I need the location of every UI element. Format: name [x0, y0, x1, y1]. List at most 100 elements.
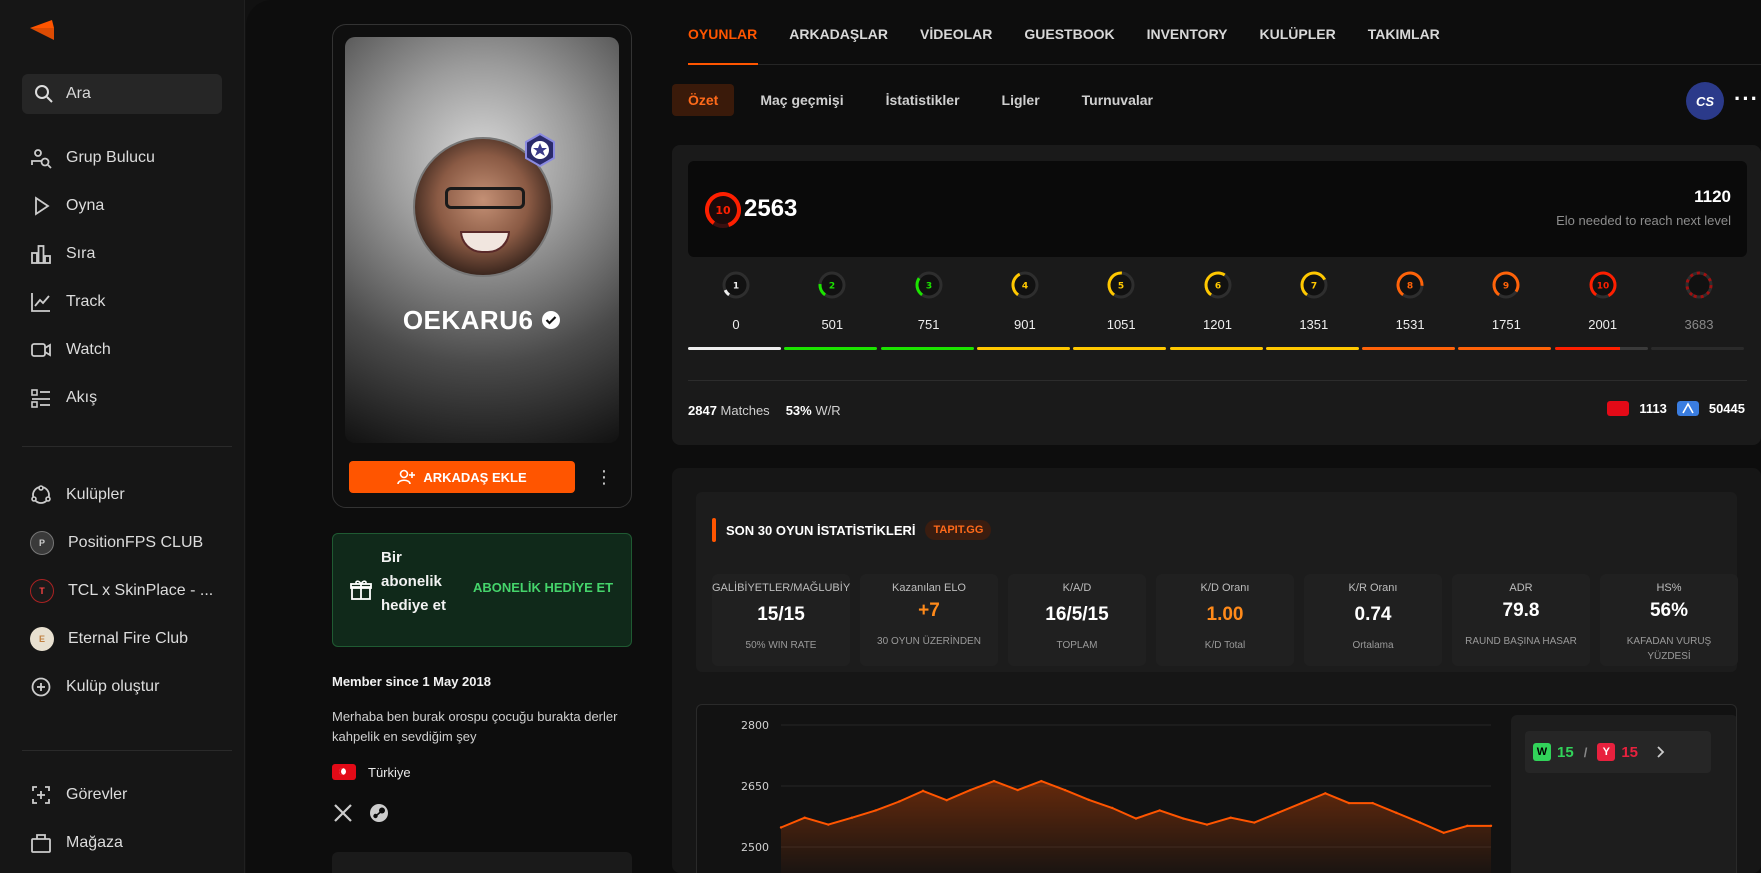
elo-point — [850, 816, 854, 819]
nav-label: Kulüpler — [66, 486, 125, 503]
winrate-stat: 53% W/R — [786, 403, 841, 418]
elo-point — [827, 823, 830, 826]
skill-level-label: 3 — [925, 282, 931, 292]
add-user-icon — [397, 469, 416, 485]
skill-level-threshold: 1351 — [1299, 317, 1329, 332]
nav-label: Watch — [66, 341, 111, 358]
subtab-leagues[interactable]: Ligler — [986, 84, 1056, 116]
skill-level-10-icon: 10 — [1589, 271, 1617, 299]
verified-icon — [542, 311, 561, 329]
username: OEKARU6 — [345, 305, 619, 336]
win-badge: W — [1533, 743, 1551, 761]
tab-teams[interactable]: TAKIMLAR — [1368, 26, 1440, 42]
ranking-badges: 1113 50445 — [1607, 401, 1745, 416]
stat-sub: KAFADAN VURUŞ YÜZDESİ — [1626, 636, 1712, 662]
stat-cell: Kazanılan ELO +7 30 OYUN ÜZERİNDEN — [860, 574, 998, 666]
skill-level-item: 4 901 — [976, 263, 1073, 363]
member-since: Member since 1 May 2018 — [332, 674, 491, 689]
gift-text: Bir abonelik hediye et — [381, 549, 447, 614]
nav-watch[interactable]: Watch — [22, 329, 232, 371]
nav-shop[interactable]: Mağaza — [22, 822, 232, 864]
nav-play[interactable]: Oyna — [22, 185, 232, 227]
elo-point — [898, 800, 901, 803]
elo-point — [1087, 798, 1090, 802]
add-friend-button[interactable]: ARKADAŞ EKLE — [349, 461, 575, 493]
search-box[interactable]: Ara — [22, 74, 222, 114]
stat-label: HS% — [1656, 582, 1682, 594]
subtab-match-history[interactable]: Maç geçmişi — [744, 84, 859, 116]
stat-sub: 30 OYUN ÜZERİNDEN — [877, 636, 981, 647]
title-accent — [712, 518, 716, 542]
elo-point — [1111, 806, 1114, 810]
gift-subscription-button[interactable]: ABONELİK HEDİYE ET — [463, 580, 623, 595]
sidebar-divider — [22, 446, 232, 447]
skill-level-bar — [1265, 347, 1359, 350]
nav-clubs[interactable]: Kulüpler — [22, 474, 232, 516]
country-rank[interactable]: 1113 — [1639, 401, 1667, 416]
nav-track[interactable]: Track — [22, 281, 232, 323]
stat-value: 15/15 — [757, 604, 805, 625]
stat-cell: K/A/D 16/5/15 TOPLAM — [1008, 574, 1146, 666]
skill-level-bar — [1651, 347, 1744, 350]
stat-sub: K/D Total — [1204, 640, 1246, 651]
skill-level-label: 7 — [1311, 282, 1317, 292]
tab-inventory[interactable]: INVENTORY — [1147, 26, 1228, 42]
tab-guestbook[interactable]: GUESTBOOK — [1024, 26, 1114, 42]
elo-point — [1371, 801, 1374, 805]
skill-level-item: 9 1751 — [1458, 263, 1554, 363]
plus-circle-icon — [31, 677, 51, 697]
cs2-game-label: CS — [1695, 93, 1715, 109]
subtab-overview[interactable]: Özet — [672, 84, 735, 116]
search-icon — [35, 85, 53, 103]
nav-club-positionfps[interactable]: P PositionFPS CLUB — [22, 522, 232, 564]
more-horizontal-icon[interactable]: ··· — [1734, 86, 1759, 112]
elo-point — [921, 789, 925, 793]
win-loss-box: W 15 / Y 15 — [1511, 715, 1736, 873]
tab-videos[interactable]: VİDEOLAR — [920, 26, 992, 42]
faceit-logo-icon[interactable] — [28, 18, 58, 42]
game-subtabs: Özet Maç geçmişi İstatistikler Ligler Tu… — [672, 84, 1169, 116]
elo-point — [779, 826, 783, 829]
nav-label: Oyna — [66, 197, 105, 214]
more-options-icon[interactable]: ⋮ — [595, 465, 613, 489]
region-rank-icon — [1676, 401, 1699, 416]
match-summary: 2847 Matches 53% W/R — [688, 403, 841, 418]
tab-friends[interactable]: ARKADAŞLAR — [789, 26, 888, 42]
nav-ranking[interactable]: Sıra — [22, 233, 232, 275]
nav-group-finder[interactable]: Grup Bulucu — [22, 137, 232, 179]
stat-label: Kazanılan ELO — [892, 582, 966, 594]
tab-games[interactable]: OYUNLAR — [688, 26, 757, 42]
skill-level-5-icon: 5 — [1107, 271, 1135, 299]
gift-subscription-card[interactable]: Bir abonelik hediye et ABONELİK HEDİYE E… — [332, 533, 632, 647]
cs2-game-icon[interactable]: CS — [1686, 82, 1724, 120]
skill-level-10-icon: 10 — [705, 192, 741, 228]
nav-club-tcl[interactable]: T TCL x SkinPlace - ... — [22, 570, 232, 612]
win-loss-summary[interactable]: W 15 / Y 15 — [1525, 731, 1711, 773]
nav-feed[interactable]: Akış — [22, 377, 232, 419]
elo-point — [1300, 801, 1303, 805]
stat-label: K/R Oranı — [1348, 582, 1398, 594]
skill-level-label: 9 — [1503, 282, 1509, 292]
shop-icon — [31, 834, 51, 853]
nav-missions[interactable]: Görevler — [22, 774, 232, 816]
y-tick-label: 2650 — [741, 780, 769, 793]
stat-label: GALİBİYETLER/MAĞLUBİYETLER — [712, 582, 850, 594]
x-twitter-icon[interactable] — [332, 802, 354, 824]
stat-cell: K/D Oranı 1.00 K/D Total — [1156, 574, 1294, 666]
tab-clubs[interactable]: KULÜPLER — [1260, 26, 1336, 42]
add-friend-label: ARKADAŞ EKLE — [423, 469, 527, 485]
subtab-tournaments[interactable]: Turnuvalar — [1066, 84, 1169, 116]
steam-icon[interactable] — [368, 802, 390, 824]
elo-divider — [688, 380, 1747, 381]
membership-badge-icon[interactable] — [523, 133, 557, 167]
tapit-tag[interactable]: TAPIT.GG — [925, 520, 992, 540]
region-rank[interactable]: 50445 — [1709, 401, 1745, 416]
stat-sub: 50% WIN RATE — [745, 640, 817, 651]
subtab-statistics[interactable]: İstatistikler — [870, 84, 976, 116]
stat-value: 79.8 — [1502, 600, 1540, 621]
nav-create-club[interactable]: Kulüp oluştur — [22, 666, 232, 708]
skill-level-label: 4 — [1022, 282, 1028, 292]
skill-level-threshold: 501 — [821, 317, 844, 332]
nav-club-eternal-fire[interactable]: E Eternal Fire Club — [22, 618, 232, 660]
elo-point — [803, 816, 806, 819]
